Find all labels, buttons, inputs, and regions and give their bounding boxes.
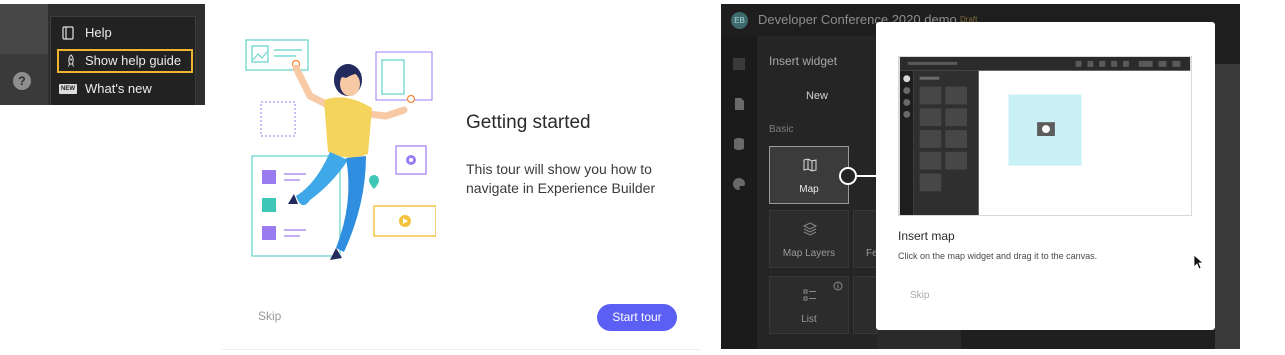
tooltip-skip-link[interactable]: Skip	[910, 290, 929, 301]
section-label: Basic	[769, 124, 794, 135]
widget-partial[interactable]	[853, 276, 877, 334]
skip-link[interactable]: Skip	[258, 309, 281, 323]
start-tour-button[interactable]: Start tour	[597, 304, 677, 331]
dialog-description: This tour will show you how to navigate …	[466, 161, 656, 196]
help-dropdown-menu: Help Show help guide NEW What's new	[50, 16, 196, 105]
rail-tile	[0, 4, 48, 54]
widget-label: Fe	[866, 248, 878, 259]
getting-started-dialog: Getting started This tour will show you …	[222, 4, 700, 350]
side-rail: ?	[0, 4, 48, 105]
page-icon[interactable]	[731, 96, 747, 112]
left-toolbar	[721, 36, 757, 349]
menu-item-whats-new[interactable]: NEW What's new	[51, 77, 197, 101]
widget-label: Map	[799, 184, 819, 195]
tip-anchor-dot	[839, 167, 857, 185]
map-icon	[803, 158, 817, 172]
drag-preview-image	[898, 56, 1192, 216]
layers-icon	[802, 222, 818, 236]
book-icon	[62, 26, 74, 40]
menu-item-label: Help	[85, 25, 112, 40]
widget-label: Map Layers	[782, 248, 836, 259]
widget-label: List	[801, 314, 817, 325]
tooltip-description: Click on the map widget and drag it to t…	[898, 251, 1098, 261]
theme-icon[interactable]	[731, 176, 747, 192]
menu-item-help[interactable]: Help	[51, 21, 197, 45]
rocket-icon	[68, 54, 74, 67]
builder-insert-map-panel: EB Developer Conference 2020 demo Draft …	[721, 4, 1240, 349]
widget-map-layers[interactable]: Map Layers	[769, 210, 849, 268]
data-icon[interactable]	[731, 136, 747, 152]
widget-map[interactable]: Map	[769, 146, 849, 204]
panel-title: Insert widget	[769, 54, 838, 68]
widget-list[interactable]: List	[769, 276, 849, 334]
tour-illustration	[245, 39, 436, 260]
menu-item-label: Show help guide	[85, 53, 182, 68]
new-badge-icon: NEW	[59, 84, 77, 94]
help-circle-icon[interactable]: ?	[13, 72, 31, 90]
canvas-page	[1215, 64, 1240, 349]
tooltip-title: Insert map	[898, 229, 955, 243]
menu-item-show-help-guide[interactable]: Show help guide	[57, 49, 193, 73]
app-logo-icon: EB	[731, 12, 748, 29]
tab-new[interactable]: New	[757, 80, 877, 112]
dialog-title: Getting started	[466, 112, 591, 133]
widget-fe[interactable]: Fe	[853, 210, 878, 268]
insert-map-tooltip: Insert map Click on the map widget and d…	[876, 22, 1215, 330]
mouse-cursor-icon	[1193, 254, 1205, 270]
info-icon[interactable]	[833, 281, 843, 291]
help-menu-panel: ? Help Show help guide NEW What's new	[0, 4, 205, 105]
menu-item-label: What's new	[85, 81, 152, 96]
list-icon	[803, 289, 816, 301]
widget-icon[interactable]	[731, 56, 747, 72]
